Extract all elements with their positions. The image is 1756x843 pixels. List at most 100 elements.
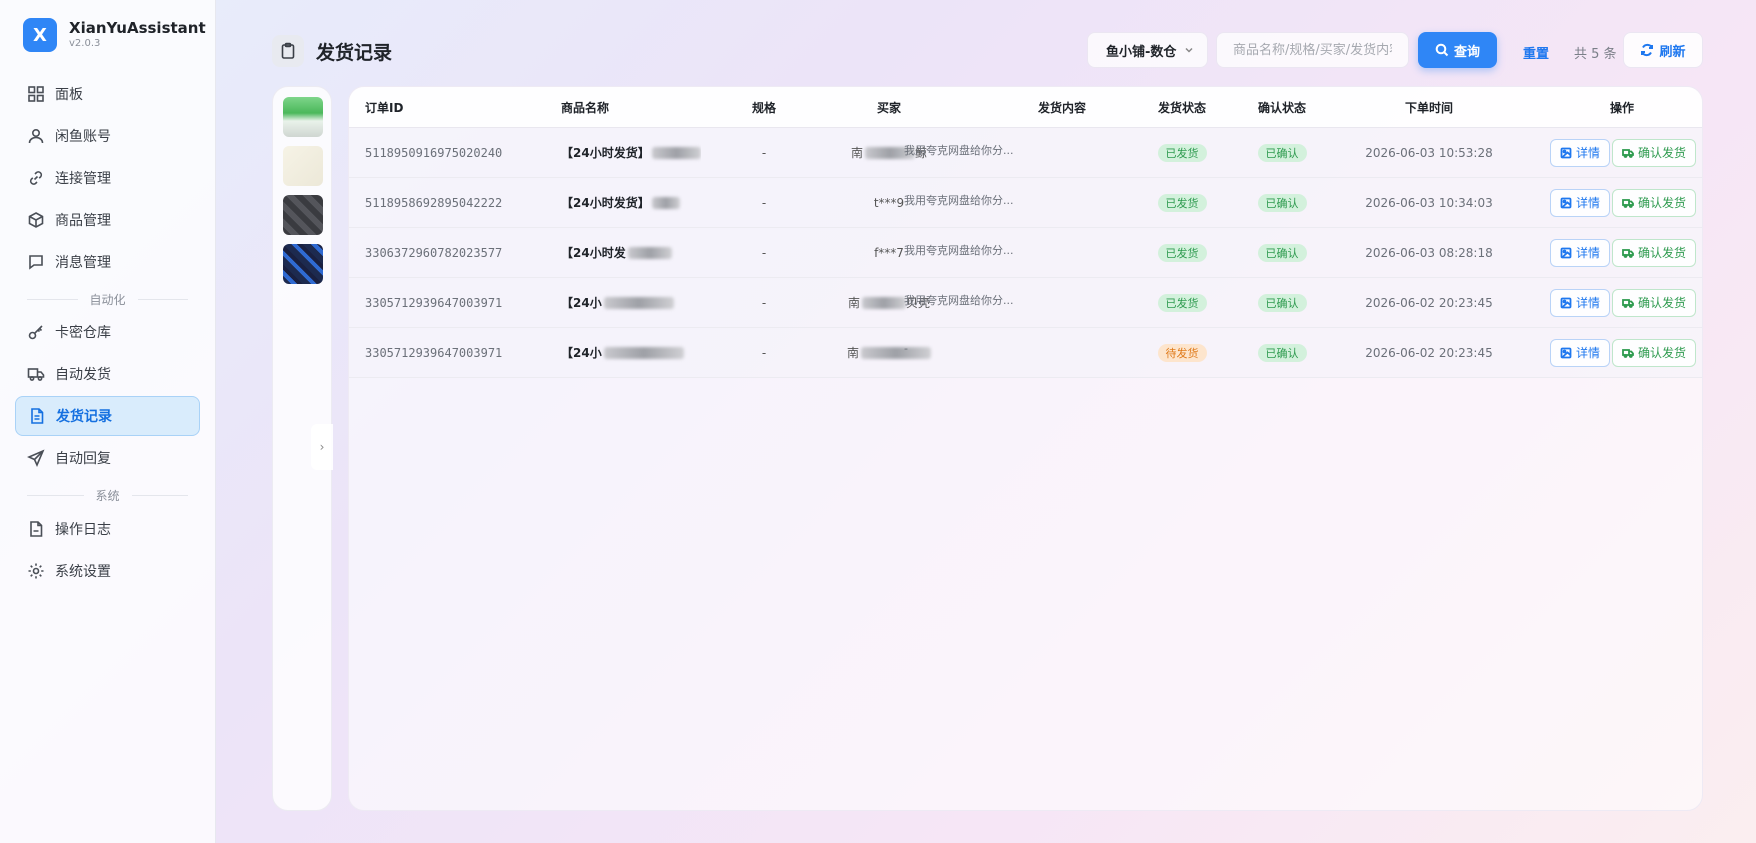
product-name: 【24小时发货】 [561,128,701,177]
table-header: 订单ID 商品名称 规格 买家 发货内容 发货状态 确认状态 下单时间 操作 [349,87,1702,128]
sidebar-item-products[interactable]: 商品管理 [15,200,200,240]
row-actions: 详情 确认发货 [1537,278,1702,327]
product-thumbnail[interactable] [283,244,323,284]
sidebar-item-ship-records[interactable]: 发货记录 [15,396,200,436]
ship-content: 我用夸克网盘给你分... [904,144,1014,157]
confirm-ship-button[interactable]: 确认发货 [1612,188,1697,217]
confirm-ship-button[interactable]: 确认发货 [1612,238,1697,267]
spec: - [761,295,767,310]
ship-content: 我用夸克网盘给你分... [904,244,1014,257]
sidebar-item-label: 闲鱼账号 [55,129,111,145]
product-thumbnail[interactable] [283,195,323,235]
message-icon [29,255,43,270]
reset-button[interactable]: 重置 [1523,43,1549,62]
product-thumbnail[interactable] [283,97,323,137]
document-icon [31,408,44,424]
sidebar-item-label: 卡密仓库 [55,325,111,341]
sidebar-item-messages[interactable]: 消息管理 [15,242,200,282]
search-icon [1435,43,1449,57]
confirm-status: 已确认 [1247,128,1317,177]
detail-button[interactable]: 详情 [1549,138,1610,167]
detail-button[interactable]: 详情 [1549,238,1610,267]
row-actions: 详情 确认发货 [1537,128,1702,177]
product-thumbnail[interactable] [283,146,323,186]
order-id: 5118958692895042222 [365,195,503,210]
sidebar: X XianYuAssistant v2.0.3 面板 闲鱼账号 连接管理 商品… [0,0,216,843]
ship-content: 我用夸克网盘给你分... [904,194,1014,207]
sidebar-item-settings[interactable]: 系统设置 [15,551,200,591]
table-row[interactable]: 5118950916975020240 【24小时发货】 - 南鲸我用夸克网盘给你分.… [349,128,1702,178]
sidebar-item-connections[interactable]: 连接管理 [15,158,200,198]
total-count: 共 5 条 [1574,47,1617,62]
sidebar-item-auto-ship[interactable]: 自动发货 [15,354,200,394]
truck-icon [1622,298,1634,308]
gear-icon [28,563,44,579]
sidebar-item-label: 商品管理 [55,213,111,229]
app-name: XianYuAssistant [69,19,206,37]
shop-select[interactable]: 鱼小铺-数仓 [1087,32,1208,68]
ship-status-badge: 已发货 [1157,143,1207,162]
order-time: 2026-06-03 10:34:03 [1365,195,1493,210]
table-row[interactable]: 5118958692895042222 【24小时发货】 - t***9 我用夸克网盘给… [349,178,1702,228]
sidebar-item-label: 自动发货 [55,367,111,383]
col-product: 商品名称 [561,100,610,115]
col-order-id: 订单ID [365,100,404,115]
confirm-status-badge: 已确认 [1257,343,1307,362]
product-name: 【24小时发 [561,228,701,277]
ship-status-badge: 待发货 [1157,343,1207,362]
ship-status-badge: 已发货 [1157,293,1207,312]
sidebar-item-dashboard[interactable]: 面板 [15,74,200,114]
spec: - [761,195,767,210]
refresh-button[interactable]: 刷新 [1623,32,1703,68]
image-icon [1560,347,1572,358]
sidebar-item-auto-reply[interactable]: 自动回复 [15,438,200,478]
confirm-status-badge: 已确认 [1257,293,1307,312]
sidebar-item-card-vault[interactable]: 卡密仓库 [15,312,200,352]
order-id: 3306372960782023577 [365,245,503,260]
confirm-status: 已确认 [1247,228,1317,277]
table-row[interactable]: 3305712939647003971 【24小 - 南 - 待发货 已确认 2026-06-… [349,328,1702,378]
image-icon [1560,297,1572,308]
link-icon [29,171,43,185]
col-spec: 规格 [751,100,776,115]
user-icon [28,128,44,144]
col-content: 发货内容 [1037,100,1086,115]
clipboard-icon [272,35,304,67]
truck-icon [1622,148,1634,158]
detail-button[interactable]: 详情 [1549,188,1610,217]
confirm-ship-button[interactable]: 确认发货 [1612,288,1697,317]
log-icon [30,521,43,537]
page-header: 发货记录 [272,35,392,67]
sidebar-item-label: 发货记录 [56,409,112,425]
order-id: 3305712939647003971 [365,295,503,310]
brand: X XianYuAssistant v2.0.3 [23,18,206,52]
confirm-ship-button[interactable]: 确认发货 [1612,138,1697,167]
detail-button[interactable]: 详情 [1549,338,1610,367]
table-row[interactable]: 3305712939647003971 【24小 - 南贝壳 我用夸克网盘给你分... 已… [349,278,1702,328]
search-input[interactable] [1216,32,1409,68]
row-actions: 详情 确认发货 [1537,178,1702,227]
query-button[interactable]: 查询 [1418,32,1497,68]
truck-icon [27,368,45,381]
col-confirm-status: 确认状态 [1257,100,1306,115]
confirm-status-badge: 已确认 [1257,243,1307,262]
confirm-status: 已确认 [1247,328,1317,377]
section-automation: 自动化 [15,291,200,308]
detail-button[interactable]: 详情 [1549,288,1610,317]
col-actions: 操作 [1609,100,1634,115]
grid-icon [28,86,44,102]
confirm-ship-button[interactable]: 确认发货 [1612,338,1697,367]
sidebar-item-operation-log[interactable]: 操作日志 [15,509,200,549]
col-order-time: 下单时间 [1404,100,1453,115]
sidebar-item-label: 自动回复 [55,451,111,467]
collapse-toggle[interactable]: › [311,424,333,470]
sidebar-item-accounts[interactable]: 闲鱼账号 [15,116,200,156]
spec: - [761,145,767,160]
send-icon [27,449,45,467]
ship-status: 待发货 [1147,328,1217,377]
table-row[interactable]: 3306372960782023577 【24小时发 - f***7 我用夸克网盘给你分… [349,228,1702,278]
ship-status-badge: 已发货 [1157,193,1207,212]
key-icon [28,325,43,340]
confirm-status-badge: 已确认 [1257,193,1307,212]
sidebar-item-label: 消息管理 [55,255,111,271]
